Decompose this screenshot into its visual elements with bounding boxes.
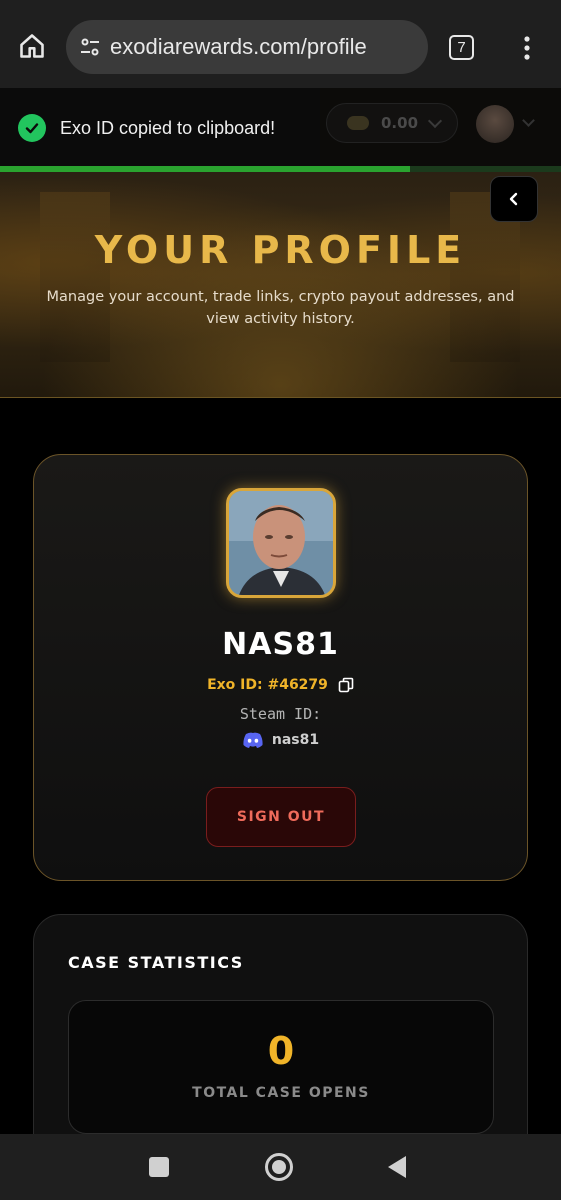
home-nav-icon[interactable] (265, 1153, 293, 1181)
toast-message: Exo ID copied to clipboard! (60, 117, 276, 138)
header-avatar[interactable] (476, 105, 514, 143)
discord-row: nas81 (34, 731, 527, 749)
username: NAS81 (222, 627, 339, 662)
stat-label: TOTAL CASE OPENS (192, 1085, 370, 1101)
browser-toolbar: exodiarewards.com/profile 7 (0, 0, 561, 88)
chevron-down-icon (427, 113, 443, 128)
site-header: 0.00 Exo ID copied to clipboard! (0, 88, 561, 168)
tab-switcher-button[interactable]: 7 (449, 35, 474, 60)
check-circle-icon (18, 114, 46, 142)
exo-id: Exo ID: #46279 (207, 677, 328, 693)
back-button[interactable] (490, 176, 538, 222)
discord-icon (243, 732, 263, 748)
more-menu-icon[interactable] (522, 35, 532, 61)
coin-icon (347, 116, 369, 130)
home-icon[interactable] (18, 32, 46, 60)
site-settings-icon[interactable] (78, 35, 102, 59)
back-nav-icon[interactable] (388, 1156, 406, 1178)
url-text: exodiarewards.com/profile (110, 34, 367, 59)
profile-card: NAS81 Exo ID: #46279 Steam ID: nas81 SIG… (33, 454, 528, 881)
exo-id-row: Exo ID: #46279 (34, 677, 527, 693)
copy-icon[interactable] (338, 677, 354, 693)
address-bar[interactable]: exodiarewards.com/profile (66, 20, 428, 74)
sign-out-button[interactable]: SIGN OUT (206, 787, 356, 847)
steam-id-label: Steam ID: (239, 705, 322, 723)
profile-avatar (226, 488, 336, 598)
page-subtitle: Manage your account, trade links, crypto… (46, 289, 515, 327)
page-title: YOUR PROFILE (94, 228, 467, 272)
system-nav-bar (0, 1134, 561, 1200)
recents-icon[interactable] (149, 1157, 169, 1177)
stat-total-case-opens: 0 TOTAL CASE OPENS (68, 1000, 494, 1134)
discord-username: nas81 (271, 732, 320, 748)
chevron-down-icon[interactable] (522, 114, 535, 127)
hero-banner: YOUR PROFILE Manage your account, trade … (0, 172, 561, 398)
chevron-left-icon (509, 192, 518, 206)
stat-value: 0 (267, 1029, 295, 1073)
toast-notification: Exo ID copied to clipboard! (0, 88, 320, 168)
balance-dropdown[interactable]: 0.00 (326, 103, 458, 143)
background-pillar (40, 192, 110, 362)
section-title: CASE STATISTICS (68, 953, 244, 972)
balance-value: 0.00 (381, 114, 419, 132)
